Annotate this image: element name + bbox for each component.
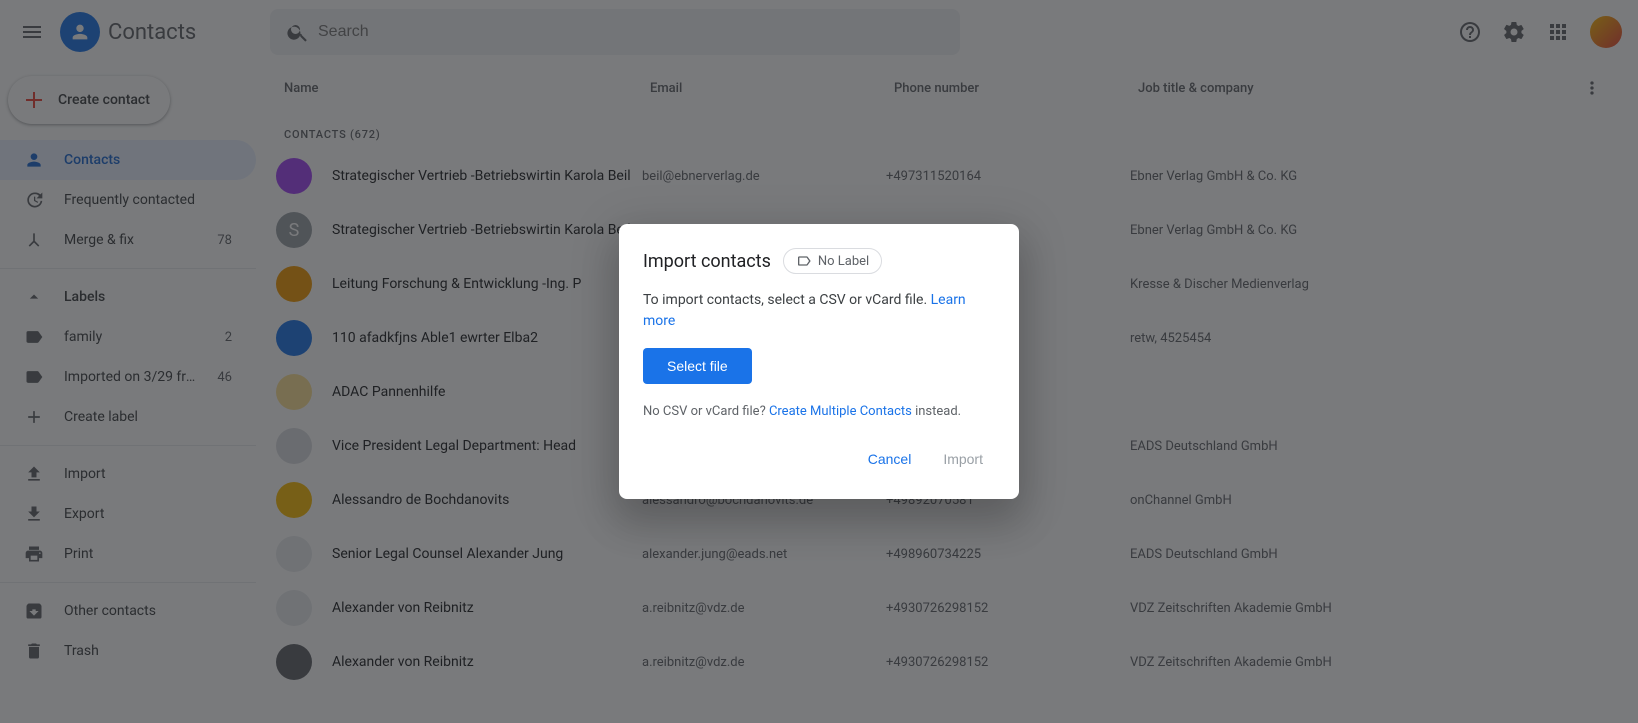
modal-scrim[interactable]: Import contacts No Label To import conta… [0,0,1638,723]
select-file-button[interactable]: Select file [643,348,752,384]
cancel-button[interactable]: Cancel [856,443,924,475]
label-chip-text: No Label [818,254,869,269]
dialog-body-text: To import contacts, select a CSV or vCar… [643,290,995,332]
label-outline-icon [796,253,812,269]
dialog-title: Import contacts [643,251,771,272]
dialog-label-selector[interactable]: No Label [783,248,882,274]
create-multiple-link[interactable]: Create Multiple Contacts [769,404,912,419]
import-contacts-dialog: Import contacts No Label To import conta… [619,224,1019,499]
import-button[interactable]: Import [931,443,995,475]
dialog-sub-text: No CSV or vCard file? Create Multiple Co… [643,404,995,419]
